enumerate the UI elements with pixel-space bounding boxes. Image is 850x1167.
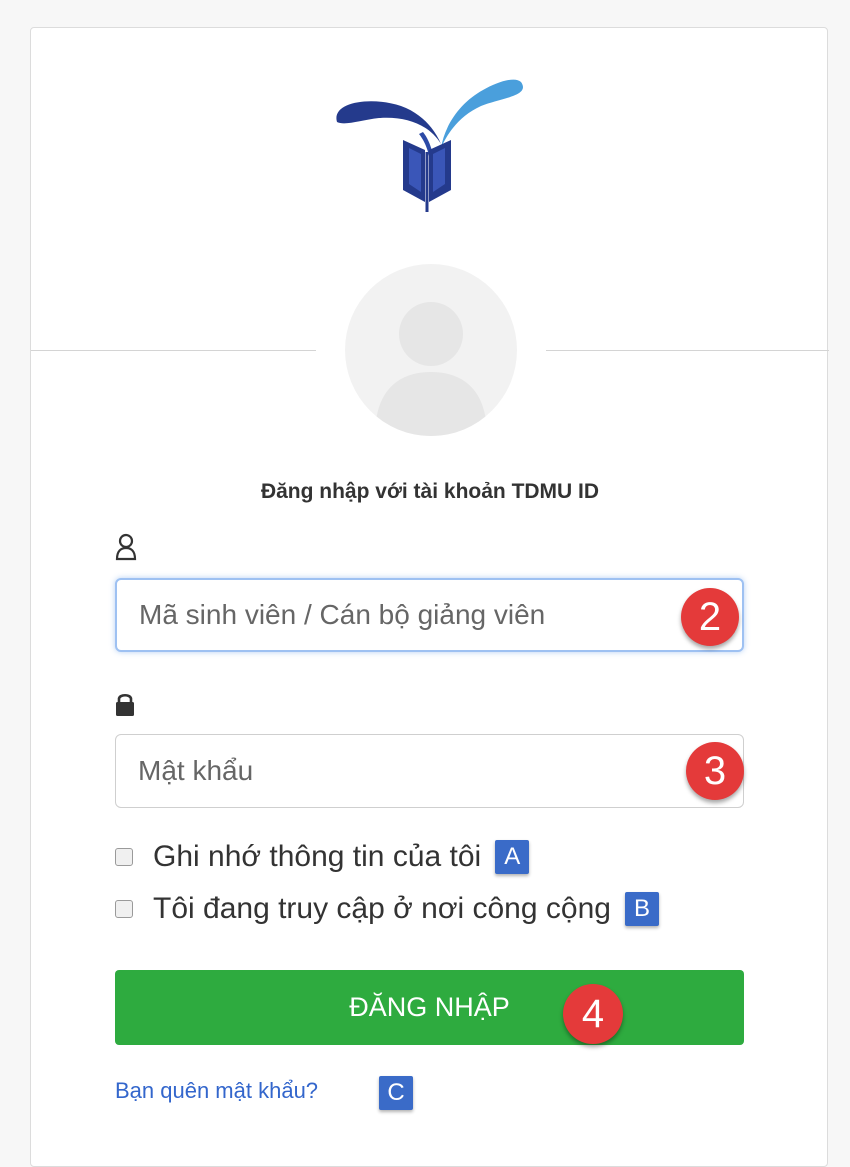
remember-me-label[interactable]: Ghi nhớ thông tin của tôi xyxy=(153,840,481,874)
annotation-badge-A: A xyxy=(495,840,530,874)
annotation-badge-4: 4 xyxy=(563,984,623,1044)
login-card: Đăng nhập với tài khoản TDMU ID 2 3 Ghi … xyxy=(30,27,829,1167)
public-access-row: Tôi đang truy cập ở nơi công cộng B xyxy=(115,892,659,926)
annotation-badge-C: C xyxy=(379,1076,413,1110)
annotation-badge-3: 3 xyxy=(686,742,744,800)
divider-right xyxy=(546,350,829,351)
public-access-label[interactable]: Tôi đang truy cập ở nơi công cộng xyxy=(153,892,611,926)
user-icon xyxy=(115,533,137,561)
remember-me-checkbox[interactable] xyxy=(115,848,133,866)
login-button-label: ĐĂNG NHẬP xyxy=(349,992,510,1022)
user-avatar-placeholder xyxy=(345,264,517,436)
avatar-silhouette-icon xyxy=(375,302,487,436)
tdmu-logo xyxy=(336,79,523,212)
divider-left xyxy=(31,350,316,351)
username-input[interactable] xyxy=(115,578,744,652)
login-button[interactable]: ĐĂNG NHẬP xyxy=(115,970,744,1045)
annotation-badge-B: B xyxy=(624,892,659,926)
annotation-badge-2: 2 xyxy=(681,588,739,646)
login-title: Đăng nhập với tài khoản TDMU ID xyxy=(260,480,600,503)
public-access-checkbox[interactable] xyxy=(115,900,133,918)
remember-me-row: Ghi nhớ thông tin của tôi A xyxy=(115,840,530,874)
lock-icon xyxy=(116,693,134,716)
password-input[interactable] xyxy=(115,734,744,808)
forgot-password-link[interactable]: Bạn quên mật khẩu? xyxy=(115,1078,318,1104)
